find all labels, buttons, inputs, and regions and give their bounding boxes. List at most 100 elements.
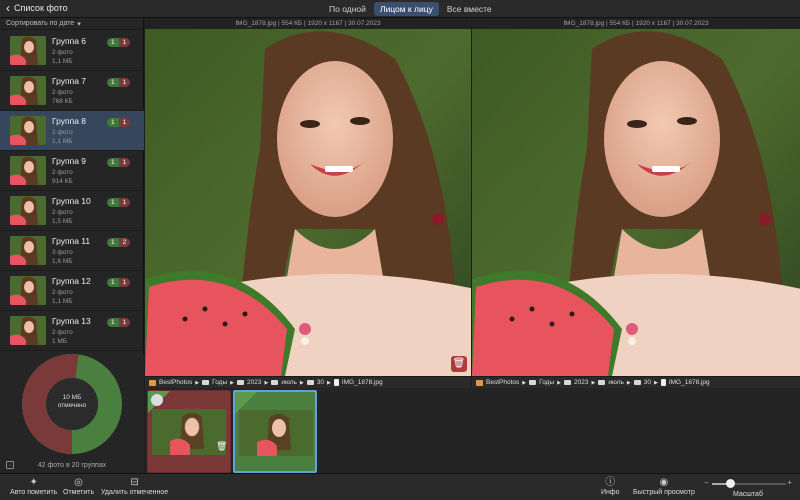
tray-delete-icon: ⊟ <box>130 477 139 488</box>
group-badges: 12 <box>107 238 131 247</box>
group-thumbnail <box>10 236 46 265</box>
breadcrumb-segment[interactable]: 30 <box>317 379 324 386</box>
group-size: 768 КБ <box>52 98 73 105</box>
kept-count-badge: 1 <box>107 238 119 247</box>
breadcrumb-separator-icon: ▶ <box>230 379 234 386</box>
tab-face-to-face[interactable]: Лицом к лицу <box>373 2 439 16</box>
breadcrumb-segment[interactable]: 2023 <box>574 379 588 386</box>
mark-button[interactable]: ◎ Отметить <box>63 477 94 496</box>
tab-one-by-one[interactable]: По одной <box>323 2 372 16</box>
file-icon <box>660 379 666 386</box>
group-photo-count: 2 фото <box>52 289 73 296</box>
quick-view-button[interactable]: ◉ Быстрый просмотр <box>633 477 695 496</box>
group-name: Группа 8 <box>52 116 87 126</box>
group-list-item[interactable]: Группа 11 3 фото 1,6 МБ 1 2 <box>0 231 144 271</box>
right-photo-info: IMG_1878.jpg | 554 КБ | 1920 x 1167 | 30… <box>472 18 800 29</box>
auto-mark-label: Авто пометить <box>10 489 58 496</box>
groups-sidebar: Сортировать по дате ▾ Группа 6 2 фото 1,1 … <box>0 18 144 473</box>
marked-count-badge: 1 <box>118 158 131 167</box>
info-button[interactable]: ⓘ Инфо <box>601 477 620 496</box>
breadcrumb-separator-icon: ▶ <box>591 379 596 386</box>
delete-marked-button[interactable]: ⊟ Удалить отмеченное <box>101 477 168 496</box>
back-to-photo-list-button[interactable]: ‹ Список фото <box>6 2 68 14</box>
group-size: 914 КБ <box>52 178 73 185</box>
filmstrip-item-marked[interactable]: 🗑 <box>147 390 231 473</box>
breadcrumb-separator-icon: ▶ <box>326 379 331 386</box>
slider-knob[interactable] <box>726 479 735 488</box>
marked-caption: отмечено <box>57 402 87 409</box>
breadcrumb-segment[interactable]: IMG_1878.jpg <box>342 379 383 386</box>
back-label: Список фото <box>14 3 68 13</box>
breadcrumb-separator-icon: ▶ <box>557 379 561 386</box>
filmstrip-thumbnail <box>152 409 226 455</box>
breadcrumb-separator-icon: ▶ <box>264 379 269 386</box>
trash-icon[interactable]: 🗑 <box>216 441 227 452</box>
group-list-item[interactable]: Группа 9 2 фото 914 КБ 1 1 <box>0 151 144 191</box>
group-list[interactable]: Группа 62 фото 1,1 МБ 1 1 Группа 72 фото 768 … <box>0 31 144 363</box>
group-list-item[interactable]: Группа 6 2 фото 1,1 МБ 1 1 <box>0 31 144 71</box>
breadcrumb-segment[interactable]: 30 <box>644 379 651 386</box>
group-photo-count: 3 фото <box>52 249 73 256</box>
zoom-in-icon[interactable]: + <box>787 478 792 487</box>
left-photo-info: IMG_1878.jpg | 554 КБ | 1920 x 1167 | 30… <box>145 18 471 29</box>
folder-icon <box>237 380 244 385</box>
breadcrumb-segment[interactable]: июль <box>281 379 297 386</box>
portrait-photo <box>472 29 800 376</box>
marked-count-badge: 1 <box>118 318 131 327</box>
select-checkbox[interactable] <box>151 394 163 406</box>
scale-label: Масштаб <box>733 491 763 498</box>
breadcrumb-segment[interactable]: июль <box>608 379 624 386</box>
info-label: Инфо <box>601 489 620 496</box>
right-compare-pane[interactable]: IMG_1878.jpg | 554 КБ | 1920 x 1167 | 30… <box>472 18 800 378</box>
breadcrumb-segment[interactable]: Годы <box>539 379 554 386</box>
group-thumbnail <box>10 76 46 105</box>
sort-dropdown[interactable]: Сортировать по дате ▾ <box>0 18 143 30</box>
folder-icon <box>271 380 279 385</box>
group-list-item[interactable]: Группа 10 2 фото 1,5 МБ 1 1 <box>0 191 144 231</box>
group-list-item[interactable]: Группа 7 2 фото 768 КБ 1 1 <box>0 71 144 111</box>
filmstrip-item-kept[interactable] <box>233 390 317 473</box>
breadcrumb-segment[interactable]: 2023 <box>247 379 261 386</box>
kept-count-badge: 1 <box>107 198 119 207</box>
group-list-item[interactable]: Группа 8 2 фото 1,1 МБ 1 1 <box>0 111 144 151</box>
group-badges: 11 <box>107 38 131 47</box>
breadcrumb-separator-icon: ▶ <box>195 379 200 386</box>
group-name: Группа 9 <box>52 156 87 166</box>
kept-count-badge: 1 <box>107 318 119 327</box>
kept-count-badge: 1 <box>107 118 119 127</box>
zoom-out-icon[interactable]: − <box>704 478 709 487</box>
group-size: 1,6 МБ <box>52 258 73 265</box>
folder-icon <box>598 380 606 385</box>
breadcrumb-segment[interactable]: Годы <box>212 379 227 386</box>
kept-count-badge: 1 <box>107 158 119 167</box>
folder-icon <box>633 380 641 385</box>
group-badges: 11 <box>107 118 131 127</box>
group-details: 2 фото 1,1 МБ <box>52 128 73 146</box>
app-icon <box>149 379 156 386</box>
group-photo-count: 2 фото <box>52 169 73 176</box>
trash-icon[interactable]: 🗑 <box>451 356 467 372</box>
group-size: 1,1 МБ <box>52 58 73 65</box>
breadcrumb-separator-icon: ▶ <box>653 379 658 386</box>
auto-mark-button[interactable]: ✦ Авто пометить <box>10 477 57 496</box>
group-list-item[interactable]: Группа 12 2 фото 1,1 МБ 1 1 <box>0 271 144 311</box>
group-details: 2 фото 1 МБ <box>52 328 73 346</box>
group-list-item[interactable]: Группа 13 2 фото 1 МБ 1 1 <box>0 311 144 351</box>
breadcrumb-segment[interactable]: IMG_1878.jpg <box>669 379 710 386</box>
photo-group-summary: 42 фото в 20 группах <box>37 462 107 469</box>
left-photo[interactable]: 🗑 <box>145 29 471 376</box>
breadcrumb-segment[interactable]: BestPhotos <box>159 379 192 386</box>
folder-icon <box>529 380 537 385</box>
filmstrip-thumbnail <box>239 410 313 456</box>
group-thumbnail <box>10 276 46 305</box>
right-path-breadcrumb: BestPhotos ▶ Годы ▶ 2023 ▶ июль ▶ 30 ▶ IMG_1878.jp… <box>472 377 800 388</box>
group-name: Группа 7 <box>52 76 87 86</box>
tab-all-together[interactable]: Все вместе <box>441 2 498 16</box>
view-mode-selector: По одной Лицом к лицу Все вместе <box>323 2 498 16</box>
filmstrip: 🗑 <box>145 388 800 473</box>
left-compare-pane[interactable]: IMG_1878.jpg | 554 КБ | 1920 x 1167 | 30… <box>145 18 471 378</box>
scale-slider[interactable]: − + <box>704 478 792 489</box>
right-photo[interactable] <box>472 29 800 376</box>
group-name: Группа 12 <box>52 276 91 286</box>
breadcrumb-segment[interactable]: BestPhotos <box>486 379 519 386</box>
